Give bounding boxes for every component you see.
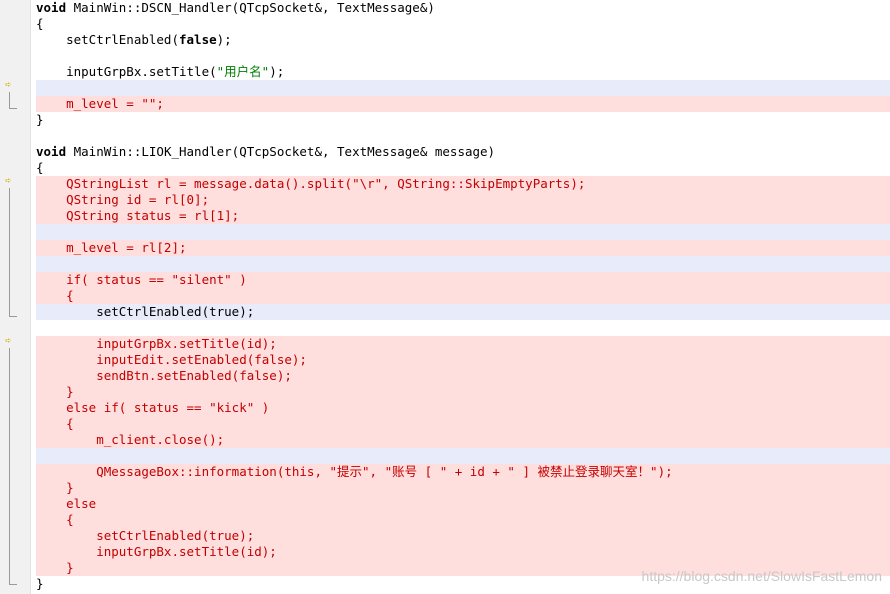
code-line: { [36, 416, 890, 432]
code-line: if( status == "silent" ) [36, 272, 890, 288]
code-token: m_level = ""; [36, 96, 164, 111]
code-token: sendBtn.setEnabled(false); [36, 368, 292, 383]
code-line: sendBtn.setEnabled(false); [36, 368, 890, 384]
code-line: else [36, 496, 890, 512]
code-token: inputEdit.setEnabled(false); [36, 352, 307, 367]
code-token: setCtrlEnabled(true); [36, 528, 255, 543]
code-token: QStringList rl = message.data().split("\… [36, 176, 586, 191]
code-token: { [36, 416, 74, 431]
code-token: inputGrpBx.setTitle( [36, 64, 217, 79]
code-token: inputGrpBx.setTitle(id); [36, 336, 277, 351]
code-line: inputGrpBx.setTitle("用户名"); [36, 64, 890, 80]
code-line: inputGrpBx.setTitle(id); [36, 544, 890, 560]
code-line: } [36, 480, 890, 496]
code-line: } [36, 112, 890, 128]
code-line: setCtrlEnabled(true); [36, 528, 890, 544]
code-line [36, 80, 890, 96]
hunk-bracket [9, 188, 17, 317]
code-line: QString id = rl[0]; [36, 192, 890, 208]
code-line: QMessageBox::information(this, "提示", "账号… [36, 464, 890, 480]
code-line: setCtrlEnabled(true); [36, 304, 890, 320]
code-token: } [36, 560, 74, 575]
code-token: else [36, 496, 97, 511]
code-line: { [36, 16, 890, 32]
hunk-bracket [9, 348, 17, 585]
watermark-text: https://blog.csdn.net/SlowIsFastLemon [641, 568, 882, 584]
code-line [36, 224, 890, 240]
code-token: QString status = rl[1]; [36, 208, 240, 223]
code-token: QString id = rl[0]; [36, 192, 210, 207]
hunk-bracket [9, 92, 17, 109]
code-token: } [36, 480, 74, 495]
code-token: ); [216, 32, 232, 47]
code-token: { [36, 160, 44, 175]
code-line: else if( status == "kick" ) [36, 400, 890, 416]
code-token: QMessageBox::information(this, "提示", "账号… [36, 464, 673, 479]
code-token: } [36, 384, 74, 399]
code-line: m_client.close(); [36, 432, 890, 448]
code-token: if( status == "silent" ) [36, 272, 247, 287]
code-line: QString status = rl[1]; [36, 208, 890, 224]
code-token: m_level = rl[2]; [36, 240, 187, 255]
arrow-icon[interactable]: ➪ [5, 335, 19, 346]
code-token: m_client.close(); [36, 432, 225, 447]
code-token: ); [269, 64, 285, 79]
code-token: false [179, 32, 217, 47]
code-view[interactable]: void MainWin::DSCN_Handler(QTcpSocket&, … [36, 0, 890, 592]
code-line: { [36, 288, 890, 304]
code-token: inputGrpBx.setTitle(id); [36, 544, 277, 559]
code-token: } [36, 112, 44, 127]
code-line: m_level = ""; [36, 96, 890, 112]
code-line: } [36, 384, 890, 400]
code-token: void [36, 144, 67, 159]
code-token: { [36, 16, 44, 31]
code-line: void MainWin::DSCN_Handler(QTcpSocket&, … [36, 0, 890, 16]
arrow-icon[interactable]: ➪ [5, 175, 19, 186]
code-line: inputEdit.setEnabled(false); [36, 352, 890, 368]
code-line: inputGrpBx.setTitle(id); [36, 336, 890, 352]
code-line: m_level = rl[2]; [36, 240, 890, 256]
code-token: MainWin::DSCN_Handler(QTcpSocket&, TextM… [66, 0, 435, 15]
code-line: setCtrlEnabled(false); [36, 32, 890, 48]
code-token: else if( status == "kick" ) [36, 400, 270, 415]
code-line [36, 256, 890, 272]
arrow-icon[interactable]: ➪ [5, 79, 19, 90]
code-token: setCtrlEnabled( [36, 32, 179, 47]
diff-gutter: ➪ ➪ ➪ [0, 0, 31, 594]
code-line [36, 448, 890, 464]
code-line: { [36, 512, 890, 528]
code-token: MainWin::LIOK_Handler(QTcpSocket&, TextM… [66, 144, 496, 159]
code-token: void [36, 0, 67, 15]
code-line: QStringList rl = message.data().split("\… [36, 176, 890, 192]
code-token: setCtrlEnabled(true); [36, 304, 255, 319]
code-token: } [36, 576, 44, 591]
code-line: void MainWin::LIOK_Handler(QTcpSocket&, … [36, 144, 890, 160]
code-token: "用户名" [216, 64, 270, 79]
code-token: { [36, 512, 74, 527]
code-line: { [36, 160, 890, 176]
code-token: { [36, 288, 74, 303]
